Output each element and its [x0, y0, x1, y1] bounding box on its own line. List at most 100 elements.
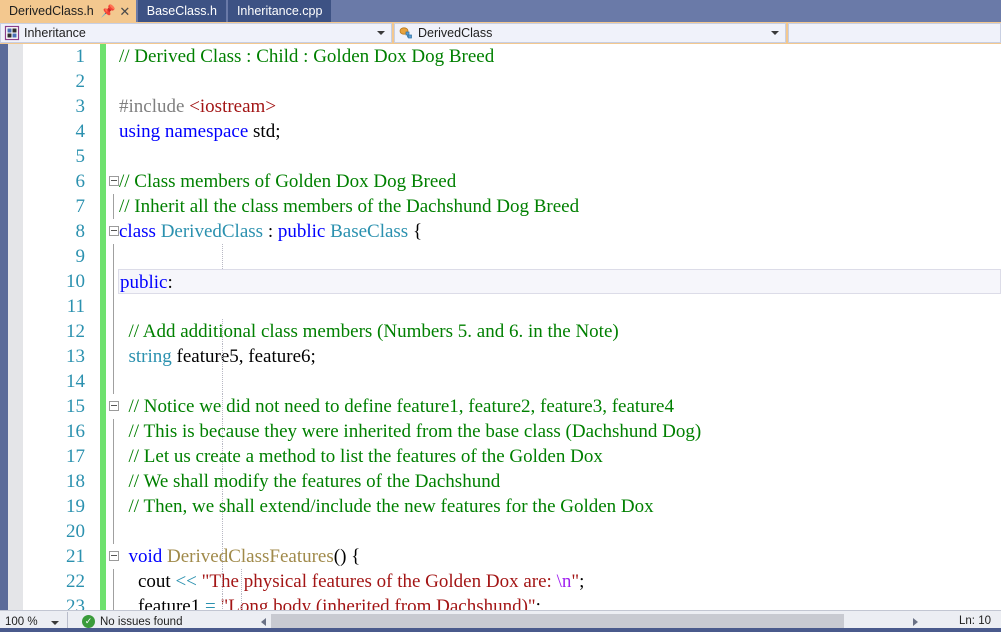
change-bar [100, 244, 106, 269]
code-editor[interactable]: 1 // Derived Class : Child : Golden Dox D… [0, 44, 1001, 610]
scrollbar-track[interactable] [271, 614, 908, 629]
code-text[interactable]: // Derived Class : Child : Golden Dox Do… [119, 44, 1001, 69]
code-text[interactable] [119, 294, 1001, 319]
code-text[interactable]: // Notice we did not need to define feat… [119, 394, 1001, 419]
line-number: 17 [66, 446, 85, 467]
window-bottom-accent [0, 628, 1001, 632]
member-dropdown[interactable] [788, 23, 1001, 43]
code-token-type: DerivedClass [160, 221, 264, 242]
class-dropdown[interactable]: DerivedClass [394, 23, 786, 43]
code-line[interactable]: 12 // Add additional class members (Numb… [23, 319, 1001, 344]
code-text[interactable]: cout << "The physical features of the Go… [119, 569, 1001, 594]
change-bar [100, 319, 106, 344]
code-text[interactable]: // Class members of Golden Dox Dog Breed [119, 169, 1001, 194]
fold-region-line [113, 244, 114, 269]
code-surface[interactable]: 1 // Derived Class : Child : Golden Dox D… [23, 44, 1001, 610]
code-text[interactable]: // Inherit all the class members of the … [119, 194, 1001, 219]
code-text[interactable]: #include <iostream> [119, 94, 1001, 119]
fold-region-line [113, 469, 114, 494]
code-text[interactable] [119, 144, 1001, 169]
code-text[interactable]: // Let us create a method to list the fe… [119, 444, 1001, 469]
code-line[interactable]: 21 void DerivedClassFeatures() { [23, 544, 1001, 569]
line-number: 15 [66, 396, 85, 417]
code-text[interactable] [119, 244, 1001, 269]
line-number: 8 [75, 221, 86, 242]
code-text[interactable]: feature1 = "Long body (inherited from Da… [119, 594, 1001, 610]
code-line[interactable]: 16 // This is because they were inherite… [23, 419, 1001, 444]
scrollbar-thumb[interactable] [271, 614, 845, 629]
indent-guide [222, 344, 223, 369]
code-line[interactable]: 11 [23, 294, 1001, 319]
chevron-down-icon[interactable] [51, 620, 59, 625]
code-token-plain: ; [535, 596, 541, 610]
code-line[interactable]: 14 [23, 369, 1001, 394]
chevron-down-icon[interactable] [377, 31, 385, 35]
code-line[interactable]: 17 // Let us create a method to list the… [23, 444, 1001, 469]
indent-guide [222, 569, 223, 594]
code-text[interactable]: // Then, we shall extend/include the new… [119, 494, 1001, 519]
code-text[interactable]: // This is because they were inherited f… [119, 419, 1001, 444]
fold-region-line [113, 444, 114, 469]
code-token-cmt: // Derived Class : Child : Golden Dox Do… [119, 46, 495, 67]
code-line[interactable]: 3 #include <iostream> [23, 94, 1001, 119]
code-text[interactable]: class DerivedClass : public BaseClass { [119, 219, 1001, 244]
code-line[interactable]: 4 using namespace std; [23, 119, 1001, 144]
close-icon[interactable]: ✕ [119, 5, 131, 18]
pin-icon[interactable]: 📌 [101, 5, 116, 17]
code-text[interactable]: using namespace std; [119, 119, 1001, 144]
code-token-plain: feature1 [119, 596, 205, 610]
tab-derivedclass-h[interactable]: DerivedClass.h 📌 ✕ [0, 0, 136, 22]
line-number: 13 [66, 346, 85, 367]
code-token-op: << [175, 571, 202, 592]
issues-status[interactable]: ✓ No issues found [82, 615, 182, 628]
indent-guide [222, 394, 223, 419]
line-number: 16 [66, 421, 85, 442]
line-number: 18 [66, 471, 85, 492]
code-text[interactable]: public: [118, 269, 1001, 294]
code-text[interactable] [119, 369, 1001, 394]
tab-label: BaseClass.h [146, 4, 217, 18]
code-text[interactable]: string feature5, feature6; [119, 344, 1001, 369]
line-number: 1 [75, 46, 86, 67]
line-number: 14 [66, 371, 85, 392]
tab-baseclass-h[interactable]: BaseClass.h [137, 0, 226, 22]
code-text[interactable] [119, 519, 1001, 544]
code-text[interactable] [119, 69, 1001, 94]
code-line[interactable]: 1 // Derived Class : Child : Golden Dox D… [23, 44, 1001, 69]
code-token-str: "Long body (inherited from Dachshund)" [220, 596, 536, 610]
code-line[interactable]: 19 // Then, we shall extend/include the … [23, 494, 1001, 519]
line-number: 20 [66, 521, 85, 542]
code-line[interactable]: 9 [23, 244, 1001, 269]
code-line[interactable]: 20 [23, 519, 1001, 544]
code-line[interactable]: 13 string feature5, feature6; [23, 344, 1001, 369]
indent-guide [241, 594, 242, 610]
code-text[interactable]: void DerivedClassFeatures() { [119, 544, 1001, 569]
code-line[interactable]: 22 cout << "The physical features of the… [23, 569, 1001, 594]
code-line[interactable]: 8 class DerivedClass : public BaseClass { [23, 219, 1001, 244]
indicator-margin[interactable] [8, 44, 23, 610]
chevron-down-icon[interactable] [771, 31, 779, 35]
code-line[interactable]: 2 [23, 69, 1001, 94]
fold-region-line [113, 594, 114, 610]
project-dropdown[interactable]: Inheritance [0, 23, 392, 43]
change-bar [100, 344, 106, 369]
code-text[interactable]: // Add additional class members (Numbers… [119, 319, 1001, 344]
tab-inheritance-cpp[interactable]: Inheritance.cpp [227, 0, 332, 22]
code-line[interactable]: 5 [23, 144, 1001, 169]
line-number: 10 [66, 271, 85, 292]
code-token-str: " [571, 571, 580, 592]
code-line[interactable]: 10 public: [23, 269, 1001, 294]
code-text[interactable]: // We shall modify the features of the D… [119, 469, 1001, 494]
change-bar [100, 169, 106, 194]
change-bar [100, 469, 106, 494]
code-line[interactable]: 23 feature1 = "Long body (inherited from… [23, 594, 1001, 610]
code-line[interactable]: 6 // Class members of Golden Dox Dog Bree… [23, 169, 1001, 194]
code-token-cmt: // We shall modify the features of the D… [119, 471, 501, 492]
change-bar [100, 494, 106, 519]
line-number: 12 [66, 321, 85, 342]
code-line[interactable]: 15 // Notice we did not need to define f… [23, 394, 1001, 419]
code-line[interactable]: 7 // Inherit all the class members of the… [23, 194, 1001, 219]
indent-guide [222, 494, 223, 519]
class-name: DerivedClass [418, 26, 493, 40]
code-line[interactable]: 18 // We shall modify the features of th… [23, 469, 1001, 494]
